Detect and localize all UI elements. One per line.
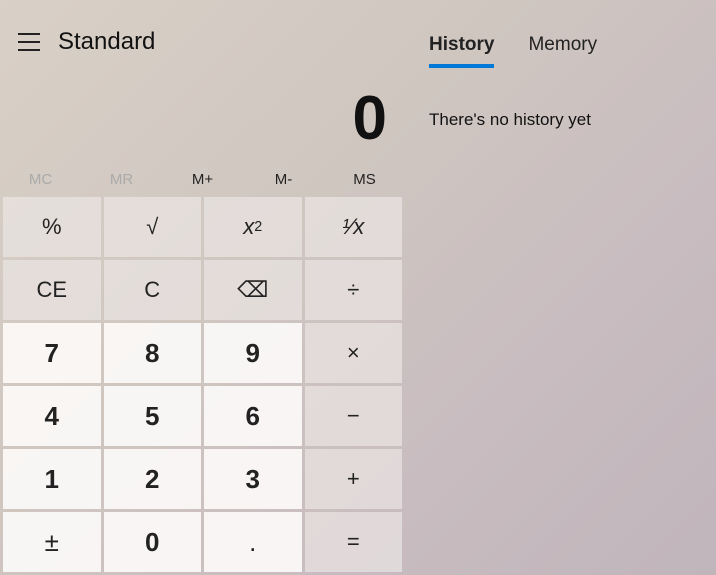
plus-button[interactable]: + bbox=[305, 449, 403, 509]
six-button[interactable]: 6 bbox=[204, 386, 302, 446]
mr-button: MR bbox=[81, 164, 162, 194]
one-button[interactable]: 1 bbox=[3, 449, 101, 509]
header: Standard bbox=[0, 28, 405, 56]
mode-title: Standard bbox=[58, 28, 155, 56]
five-button[interactable]: 5 bbox=[104, 386, 202, 446]
mplus-button[interactable]: M+ bbox=[162, 164, 243, 194]
reciprocal-button[interactable]: ¹⁄x bbox=[305, 197, 403, 257]
ce-button[interactable]: CE bbox=[3, 260, 101, 320]
minus-button[interactable]: − bbox=[305, 386, 403, 446]
c-button[interactable]: C bbox=[104, 260, 202, 320]
tabs: History Memory bbox=[429, 34, 692, 68]
hamburger-icon[interactable] bbox=[18, 33, 40, 51]
backspace-button[interactable]: ⌫ bbox=[204, 260, 302, 320]
calculator-panel: Standard 0 MC MR M+ M- MS % √ x2 ¹⁄x CE … bbox=[0, 0, 405, 575]
zero-button[interactable]: 0 bbox=[104, 512, 202, 572]
divide-button[interactable]: ÷ bbox=[305, 260, 403, 320]
tab-memory[interactable]: Memory bbox=[528, 34, 597, 68]
ms-button[interactable]: MS bbox=[324, 164, 405, 194]
mc-button: MC bbox=[0, 164, 81, 194]
side-panel: History Memory There's no history yet bbox=[405, 0, 716, 575]
eight-button[interactable]: 8 bbox=[104, 323, 202, 383]
seven-button[interactable]: 7 bbox=[3, 323, 101, 383]
equals-button[interactable]: = bbox=[305, 512, 403, 572]
square-base: x bbox=[243, 214, 254, 240]
tab-history[interactable]: History bbox=[429, 34, 494, 68]
keypad: % √ x2 ¹⁄x CE C ⌫ ÷ 7 8 9 × 4 5 6 − 1 2 … bbox=[0, 194, 405, 575]
two-button[interactable]: 2 bbox=[104, 449, 202, 509]
four-button[interactable]: 4 bbox=[3, 386, 101, 446]
nine-button[interactable]: 9 bbox=[204, 323, 302, 383]
display-value: 0 bbox=[0, 64, 405, 164]
multiply-button[interactable]: × bbox=[305, 323, 403, 383]
memory-row: MC MR M+ M- MS bbox=[0, 164, 405, 194]
three-button[interactable]: 3 bbox=[204, 449, 302, 509]
plusminus-button[interactable]: ± bbox=[3, 512, 101, 572]
sqrt-button[interactable]: √ bbox=[104, 197, 202, 257]
decimal-button[interactable]: . bbox=[204, 512, 302, 572]
square-exp: 2 bbox=[254, 219, 262, 235]
square-button[interactable]: x2 bbox=[204, 197, 302, 257]
percent-button[interactable]: % bbox=[3, 197, 101, 257]
history-empty-message: There's no history yet bbox=[429, 110, 692, 130]
mminus-button[interactable]: M- bbox=[243, 164, 324, 194]
